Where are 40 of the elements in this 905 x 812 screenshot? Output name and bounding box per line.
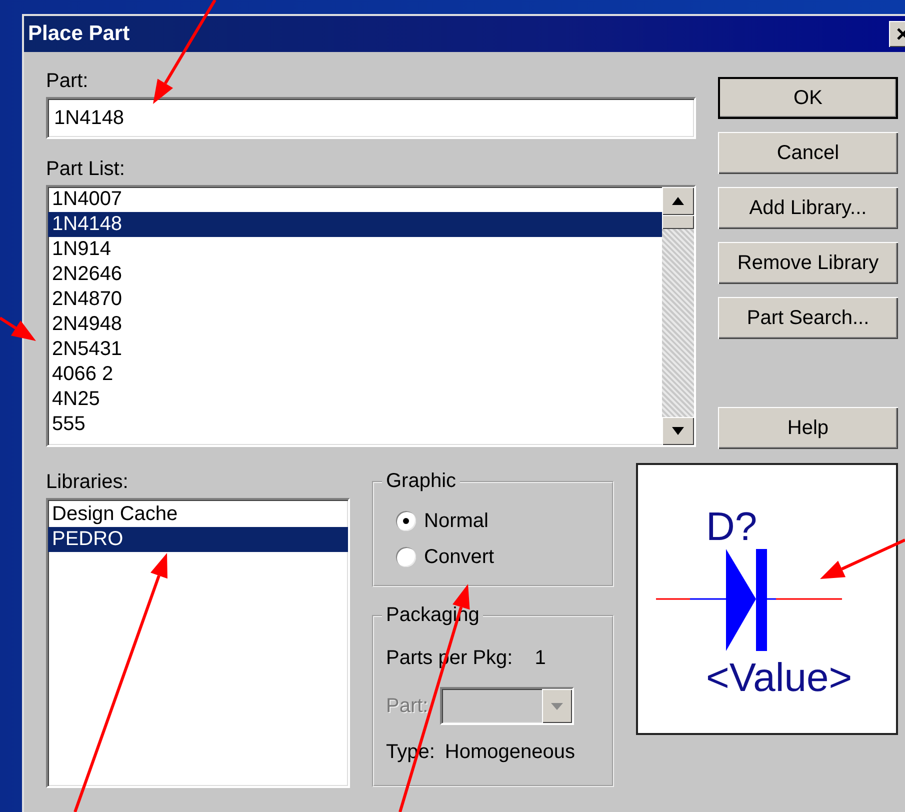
radio-label[interactable]: Convert [424,542,494,572]
dialog-button[interactable]: Remove Library [718,242,898,284]
list-item[interactable]: 4N25 [48,387,662,412]
scroll-down-button[interactable] [662,417,694,445]
caret-icon [551,702,564,710]
radio-button[interactable] [396,547,416,567]
radio-button[interactable] [396,511,416,531]
list-item[interactable]: 2N4948 [48,312,662,337]
list-item[interactable]: 1N914 [48,237,662,262]
field-value: 1 [534,646,546,671]
value-label: <Value> [706,656,852,700]
list-item[interactable]: 2N5431 [48,337,662,362]
dialog-button[interactable]: Part Search... [718,297,898,339]
scroll-thumb[interactable] [662,215,694,229]
list-item[interactable]: 2N2646 [48,262,662,287]
list-item[interactable]: 2N4870 [48,287,662,312]
window-title: Place Part [28,21,130,48]
list-item[interactable]: 4066 2 [48,362,662,387]
list-item[interactable]: 555 [48,412,662,437]
annotation-arrow [0,316,36,341]
list-item[interactable]: PEDRO [48,527,348,552]
dialog-button[interactable]: Help [718,407,898,449]
dialog-button[interactable]: OK [718,77,898,119]
reference-label: D? [706,505,758,549]
list-item[interactable]: 1N4007 [48,187,662,212]
list-item[interactable]: 1N4148 [48,212,662,237]
scrollbar[interactable] [662,187,694,445]
part-input[interactable]: 1N4148 [46,97,696,139]
field-value: Homogeneous [444,740,576,765]
down-arrow-icon [672,427,684,435]
field-label: Libraries: [46,470,128,494]
dialog-button[interactable]: Add Library... [718,187,898,229]
up-arrow-icon [672,197,684,205]
radio-label[interactable]: Normal [424,506,488,536]
scroll-up-button[interactable] [662,187,694,215]
field-label: Part: [46,69,88,93]
field-label: Part: [386,694,428,719]
field-label: Part List: [46,157,125,181]
list-item[interactable]: Design Cache [48,502,348,527]
dialog-button[interactable]: Cancel [718,132,898,174]
